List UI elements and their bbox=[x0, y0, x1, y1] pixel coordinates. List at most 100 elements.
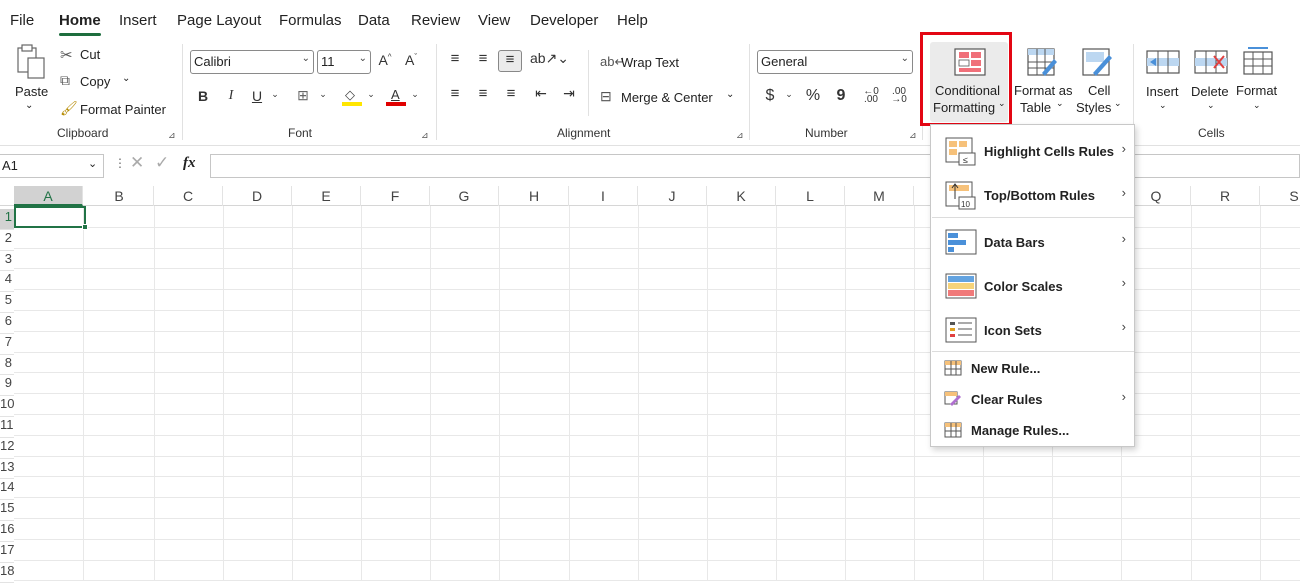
tab-developer[interactable]: Developer bbox=[530, 12, 598, 29]
row-header[interactable]: 5 bbox=[0, 292, 14, 313]
bold-button[interactable]: B bbox=[196, 88, 210, 104]
font-color-icon[interactable]: A bbox=[386, 87, 406, 107]
chevron-down-icon[interactable]: ⌄ bbox=[270, 89, 280, 100]
alignment-launcher-icon[interactable]: ⊿ bbox=[736, 130, 744, 141]
column-header[interactable]: J bbox=[638, 186, 707, 206]
align-right-icon[interactable]: ≡ bbox=[502, 85, 520, 102]
row-header[interactable]: 12 bbox=[0, 438, 14, 459]
row-header[interactable]: 4 bbox=[0, 271, 14, 293]
format-cells-button[interactable]: Format ⌄ bbox=[1236, 44, 1282, 124]
menu-item-manage-rules[interactable]: Manage Rules... bbox=[931, 417, 1134, 445]
currency-button[interactable]: $ bbox=[763, 87, 777, 105]
row-header[interactable]: 17 bbox=[0, 542, 14, 563]
paste-dropdown-icon[interactable]: ⌄ bbox=[25, 100, 33, 111]
underline-button[interactable]: U bbox=[250, 88, 264, 104]
row-header[interactable]: 3 bbox=[0, 251, 14, 272]
decrease-indent-icon[interactable]: ⇤ bbox=[532, 85, 550, 102]
cancel-icon[interactable]: ✕ bbox=[130, 153, 144, 173]
chevron-down-icon[interactable]: ⌄ bbox=[410, 89, 420, 100]
column-header[interactable]: K bbox=[707, 186, 776, 206]
comma-button[interactable]: 9 bbox=[834, 87, 848, 105]
chevron-down-icon[interactable]: ⌄ bbox=[726, 89, 734, 100]
number-format-select[interactable]: General ⌄ bbox=[757, 50, 913, 74]
menu-item-clear-rules[interactable]: Clear Rules › bbox=[931, 386, 1134, 414]
column-header[interactable]: L bbox=[776, 186, 845, 206]
italic-button[interactable]: I bbox=[224, 88, 238, 104]
column-header[interactable]: G bbox=[430, 186, 499, 206]
row-header[interactable]: 15 bbox=[0, 500, 14, 521]
selected-cell[interactable] bbox=[14, 206, 86, 228]
row-header[interactable]: 11 bbox=[0, 417, 14, 438]
row-header[interactable]: 9 bbox=[0, 375, 14, 397]
menu-item-icon-sets[interactable]: Icon Sets › bbox=[931, 309, 1134, 351]
font-launcher-icon[interactable]: ⊿ bbox=[421, 130, 429, 141]
chevron-down-icon[interactable]: ⌄ bbox=[366, 89, 376, 100]
tab-data[interactable]: Data bbox=[358, 12, 390, 29]
borders-icon[interactable]: ⊞ bbox=[294, 87, 312, 104]
decrease-font-icon[interactable]: Aˇ bbox=[402, 52, 420, 68]
formula-input[interactable] bbox=[210, 154, 1300, 178]
tab-view[interactable]: View bbox=[478, 12, 510, 29]
tab-file[interactable]: File bbox=[10, 12, 34, 29]
fill-handle[interactable] bbox=[82, 224, 88, 230]
row-header[interactable]: 8 bbox=[0, 355, 14, 376]
column-header[interactable]: F bbox=[361, 186, 430, 206]
menu-item-highlight-cells-rules[interactable]: ≤ Highlight Cells Rules › bbox=[931, 131, 1134, 173]
align-middle-icon[interactable]: ≡ bbox=[474, 50, 492, 67]
paste-button[interactable] bbox=[14, 44, 50, 84]
row-header[interactable]: 7 bbox=[0, 334, 14, 355]
chevron-down-icon[interactable]: ⌄ bbox=[88, 157, 97, 170]
column-header[interactable]: M bbox=[845, 186, 914, 206]
insert-function-button[interactable]: fx bbox=[183, 155, 196, 172]
tab-insert[interactable]: Insert bbox=[119, 12, 157, 29]
number-launcher-icon[interactable]: ⊿ bbox=[909, 130, 917, 141]
chevron-down-icon[interactable]: ⌄ bbox=[784, 89, 794, 100]
increase-font-icon[interactable]: A^ bbox=[376, 52, 394, 68]
menu-item-color-scales[interactable]: Color Scales › bbox=[931, 265, 1134, 307]
format-as-table-button[interactable]: Format as Table ⌄ bbox=[1012, 44, 1074, 124]
more-options-icon[interactable]: ⋮ bbox=[114, 156, 126, 170]
column-header[interactable]: B bbox=[85, 186, 154, 206]
column-header[interactable]: I bbox=[569, 186, 638, 206]
cell-styles-button[interactable]: Cell Styles ⌄ bbox=[1072, 44, 1126, 124]
column-header[interactable]: H bbox=[500, 186, 569, 206]
align-left-icon[interactable]: ≡ bbox=[446, 85, 464, 102]
column-header[interactable]: R bbox=[1191, 186, 1260, 206]
insert-cells-button[interactable]: Insert ⌄ bbox=[1140, 44, 1186, 124]
clipboard-launcher-icon[interactable]: ⊿ bbox=[168, 130, 176, 141]
column-header[interactable]: S bbox=[1260, 186, 1300, 206]
tab-home[interactable]: Home bbox=[59, 12, 101, 29]
percent-button[interactable]: % bbox=[804, 87, 822, 105]
row-header[interactable]: 2 bbox=[0, 230, 14, 251]
row-header[interactable]: 13 bbox=[0, 459, 14, 480]
align-bottom-icon[interactable]: ≡ bbox=[498, 50, 522, 72]
column-header[interactable]: A bbox=[14, 186, 83, 206]
menu-item-data-bars[interactable]: Data Bars › bbox=[931, 221, 1134, 263]
tab-help[interactable]: Help bbox=[617, 12, 648, 29]
increase-indent-icon[interactable]: ⇥ bbox=[560, 85, 578, 102]
menu-item-top-bottom-rules[interactable]: 10 Top/Bottom Rules › bbox=[931, 175, 1134, 217]
fill-color-icon[interactable]: ◇ bbox=[342, 87, 362, 107]
delete-cells-button[interactable]: Delete ⌄ bbox=[1188, 44, 1234, 124]
chevron-down-icon[interactable]: ⌄ bbox=[318, 89, 328, 100]
menu-item-new-rule[interactable]: New Rule... bbox=[931, 355, 1134, 383]
tab-page-layout[interactable]: Page Layout bbox=[177, 12, 261, 29]
align-top-icon[interactable]: ≡ bbox=[446, 50, 464, 67]
row-header[interactable]: 14 bbox=[0, 479, 14, 501]
decrease-decimal-icon[interactable]: .00 →0 bbox=[888, 87, 910, 105]
font-size-select[interactable]: 11 ⌄ bbox=[317, 50, 371, 74]
tab-formulas[interactable]: Formulas bbox=[279, 12, 342, 29]
tab-review[interactable]: Review bbox=[411, 12, 460, 29]
column-header[interactable]: C bbox=[154, 186, 223, 206]
enter-icon[interactable]: ✓ bbox=[155, 153, 169, 173]
font-name-select[interactable]: Calibri ⌄ bbox=[190, 50, 314, 74]
row-header[interactable]: 6 bbox=[0, 313, 14, 334]
column-header[interactable]: D bbox=[223, 186, 292, 206]
row-header[interactable]: 1 bbox=[0, 209, 14, 230]
row-header[interactable]: 10 bbox=[0, 396, 14, 417]
increase-decimal-icon[interactable]: ←0.00 bbox=[860, 87, 882, 105]
align-center-icon[interactable]: ≡ bbox=[474, 85, 492, 102]
column-header[interactable]: E bbox=[292, 186, 361, 206]
copy-dropdown-icon[interactable]: ⌄ bbox=[122, 73, 130, 84]
name-box[interactable]: A1 ⌄ bbox=[0, 154, 104, 178]
